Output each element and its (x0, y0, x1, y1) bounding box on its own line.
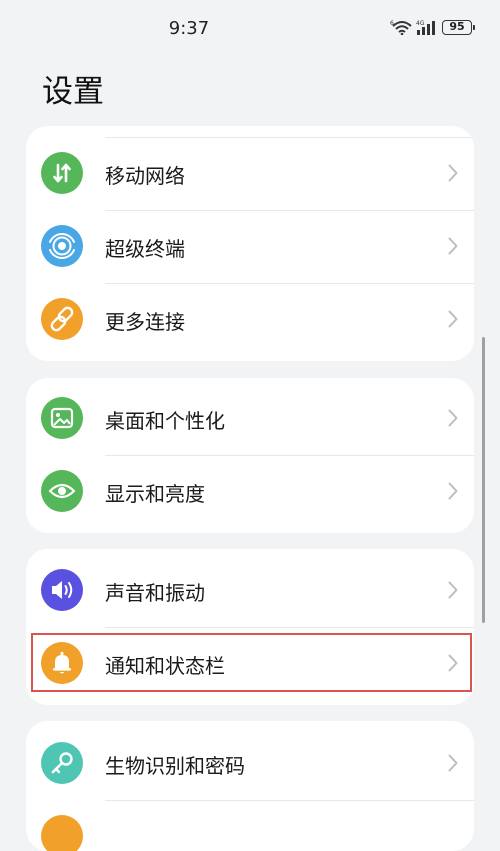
status-icons: 6 4G 95 (390, 19, 475, 35)
settings-group-security: 生物识别和密码 (26, 721, 474, 851)
settings-item-super-device[interactable]: 超级终端 (26, 210, 474, 283)
wallpaper-icon (41, 397, 83, 439)
signal-badge: 4G (416, 20, 425, 27)
settings-item-label: 声音和振动 (105, 581, 205, 605)
key-icon (41, 742, 83, 784)
wifi-icon: 6 (390, 20, 412, 35)
chevron-right-icon (448, 754, 458, 772)
settings-item-sound-vibration[interactable]: 声音和振动 (26, 554, 474, 627)
chevron-right-icon (448, 581, 458, 599)
settings-item-biometrics-password[interactable]: 生物识别和密码 (26, 727, 474, 800)
settings-group-connectivity: 移动网络 超级终端 更多连接 (26, 126, 474, 361)
settings-item-label: 显示和亮度 (105, 482, 205, 506)
settings-item-label: 更多连接 (105, 310, 185, 334)
status-bar: 9:37 6 4G 95 (0, 0, 500, 52)
wifi-badge: 6 (390, 20, 394, 27)
settings-item-mobile-network[interactable]: 移动网络 (26, 137, 474, 210)
chevron-right-icon (448, 310, 458, 328)
chevron-right-icon (448, 164, 458, 182)
chevron-right-icon (448, 482, 458, 500)
settings-item-label: 移动网络 (105, 164, 185, 188)
bell-icon (41, 642, 83, 684)
settings-group-display: 桌面和个性化 显示和亮度 (26, 378, 474, 533)
settings-item-label: 超级终端 (105, 237, 185, 261)
settings-item-label: 通知和状态栏 (105, 654, 225, 678)
settings-item-label: 桌面和个性化 (105, 409, 225, 433)
super-device-icon (41, 225, 83, 267)
chevron-right-icon (448, 654, 458, 672)
status-time: 9:37 (168, 18, 210, 39)
settings-item-next-partial[interactable] (26, 800, 474, 851)
page-title: 设置 (42, 74, 104, 110)
settings-item-display-brightness[interactable]: 显示和亮度 (26, 455, 474, 528)
eye-icon (41, 470, 83, 512)
chevron-right-icon (448, 237, 458, 255)
scrollbar[interactable] (482, 337, 485, 623)
settings-item-notifications-status-bar[interactable]: 通知和状态栏 (26, 627, 474, 700)
settings-group-sound-notification: 声音和振动 通知和状态栏 (26, 549, 474, 705)
settings-item-more-connections[interactable]: 更多连接 (26, 283, 474, 356)
link-icon (41, 298, 83, 340)
settings-item-label: 生物识别和密码 (105, 754, 245, 778)
speaker-icon (41, 569, 83, 611)
settings-item-home-personalization[interactable]: 桌面和个性化 (26, 382, 474, 455)
signal-icon: 4G (416, 20, 435, 35)
chevron-right-icon (448, 409, 458, 427)
mobile-data-icon (41, 152, 83, 194)
battery-indicator: 95 (442, 19, 475, 35)
app-icon (41, 815, 83, 851)
